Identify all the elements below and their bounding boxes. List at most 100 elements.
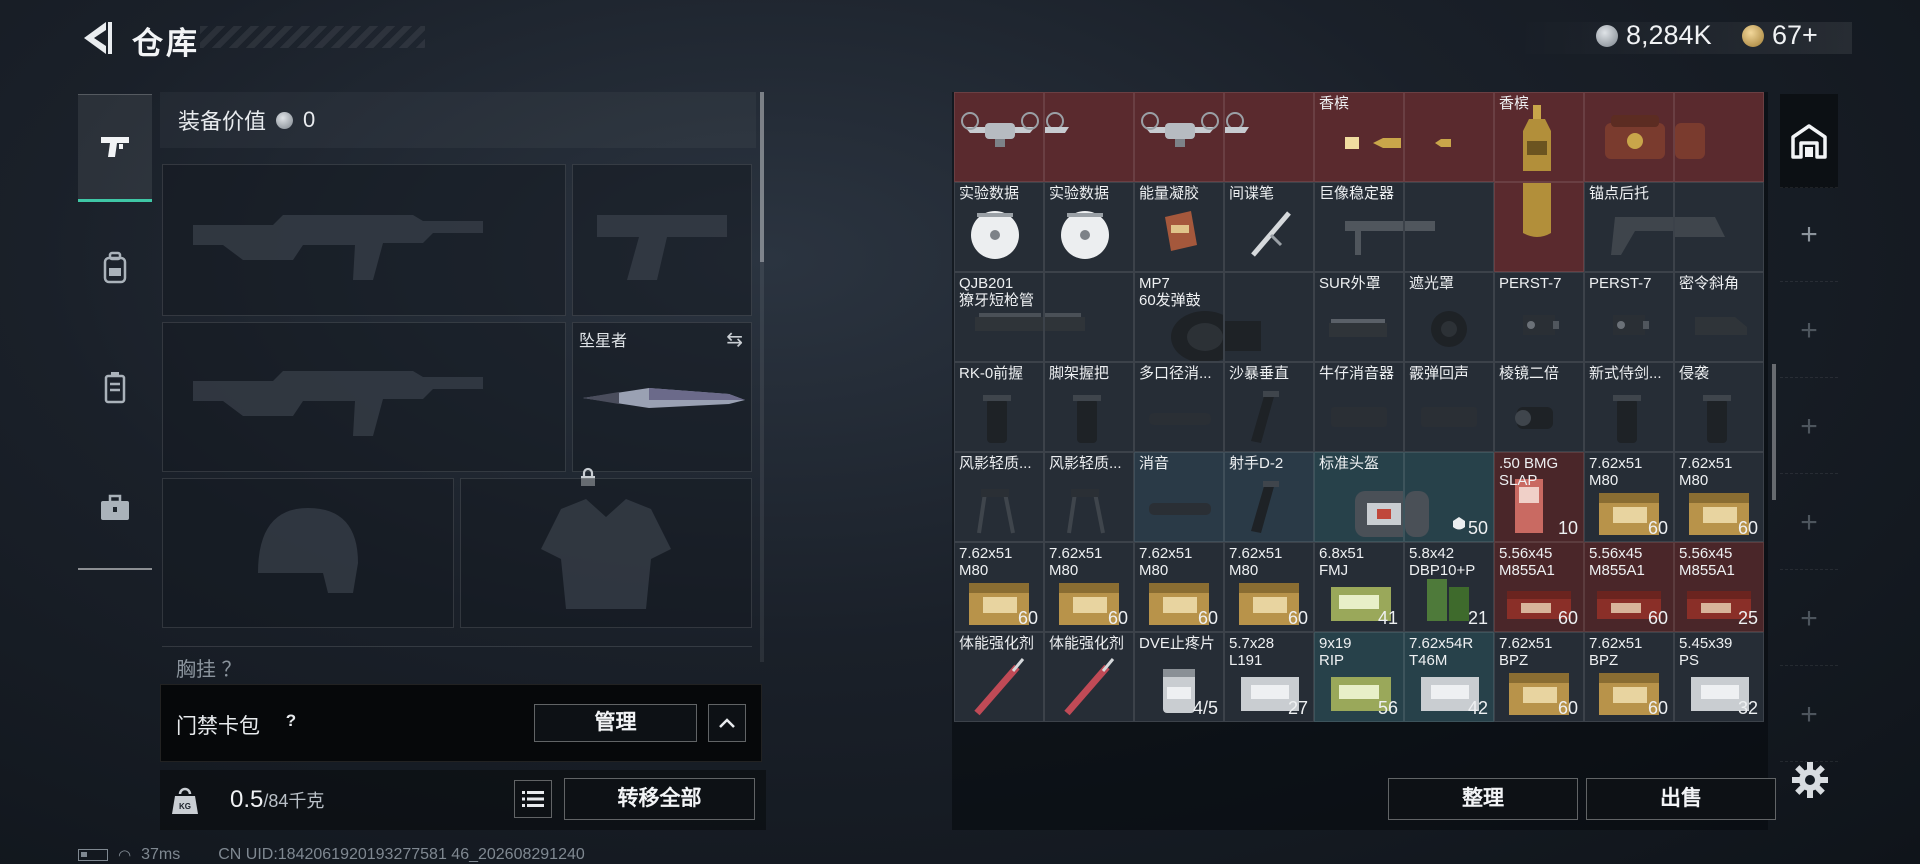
- sell-button[interactable]: 出售: [1586, 778, 1776, 820]
- title-decoration: [200, 26, 425, 48]
- stash-item[interactable]: 6.8x51 FMJ 41: [1314, 542, 1404, 632]
- stash-tab-empty[interactable]: +: [1780, 572, 1838, 666]
- sort-button[interactable]: 整理: [1388, 778, 1578, 820]
- sidearm-slot[interactable]: [572, 164, 752, 316]
- item-count: 42: [1467, 698, 1488, 718]
- stash-item[interactable]: MP7 60发弹鼓: [1134, 272, 1224, 362]
- stash-item[interactable]: 霰弹回声: [1404, 362, 1494, 452]
- stash-tab-empty[interactable]: +: [1780, 476, 1838, 570]
- stash-item[interactable]: 消音: [1134, 452, 1224, 542]
- stash-item[interactable]: 5.56x45 M855A1 60: [1584, 542, 1674, 632]
- gold-currency[interactable]: 67+: [1742, 20, 1818, 51]
- stash-item[interactable]: 7.62x51 M80 60: [1044, 542, 1134, 632]
- stash-item[interactable]: 9x19 RIP 56: [1314, 632, 1404, 722]
- nav-weapons[interactable]: [78, 94, 152, 202]
- drone-cont-icon: [1045, 112, 1069, 133]
- stash-item[interactable]: [1674, 92, 1764, 182]
- stash-item[interactable]: 7.62x51 M80 60: [1674, 452, 1764, 542]
- helmet-slot[interactable]: [162, 478, 454, 628]
- stash-item[interactable]: RK-0前握: [954, 362, 1044, 452]
- stash-item[interactable]: [1674, 182, 1764, 272]
- transfer-all-button[interactable]: 转移全部: [564, 778, 755, 820]
- stash-item[interactable]: 实验数据: [954, 182, 1044, 272]
- stash-item[interactable]: 7.62x54R T46M 42: [1404, 632, 1494, 722]
- collapse-button[interactable]: [708, 704, 746, 742]
- stash-item[interactable]: 实验数据: [1044, 182, 1134, 272]
- stash-scrollbar[interactable]: [1772, 364, 1776, 500]
- settings-gear-icon[interactable]: [1790, 760, 1830, 800]
- stash-item[interactable]: 侵袭: [1674, 362, 1764, 452]
- stash-item[interactable]: 7.62x51 M80 60: [1224, 542, 1314, 632]
- stash-item[interactable]: 7.62x51 M80 60: [1584, 452, 1674, 542]
- chest-rig-row[interactable]: 胸挂 ？: [162, 646, 752, 686]
- stash-item[interactable]: [1224, 92, 1314, 182]
- stash-grid[interactable]: 香槟 香槟实验数据 实验数据 能量凝胶 间谍笔 巨像稳定器 锚点后托 QJB201 獠牙短枪管…: [954, 92, 1766, 768]
- stash-item[interactable]: [1494, 182, 1584, 272]
- stash-item[interactable]: 5.8x42 DBP10+P 21: [1404, 542, 1494, 632]
- stash-item[interactable]: 牛仔消音器: [1314, 362, 1404, 452]
- stash-item[interactable]: 7.62x51 BPZ 60: [1494, 632, 1584, 722]
- swap-icon[interactable]: ⇆: [726, 327, 743, 352]
- stash-item[interactable]: SUR外罩: [1314, 272, 1404, 362]
- stash-item[interactable]: [1044, 272, 1134, 362]
- secondary-weapon-slot[interactable]: [162, 322, 566, 472]
- stash-item[interactable]: 新式侍剑...: [1584, 362, 1674, 452]
- stash-item[interactable]: 50: [1404, 452, 1494, 542]
- stash-item[interactable]: 体能强化剂: [954, 632, 1044, 722]
- stash-item[interactable]: 香槟: [1494, 92, 1584, 182]
- stash-item[interactable]: [954, 92, 1044, 182]
- stash-item[interactable]: [1584, 92, 1674, 182]
- list-view-button[interactable]: [514, 780, 552, 818]
- stash-item[interactable]: 巨像稳定器: [1314, 182, 1404, 272]
- nav-backpack[interactable]: [78, 214, 152, 322]
- manage-button[interactable]: 管理: [534, 704, 697, 742]
- stash-tab-main[interactable]: [1780, 94, 1838, 188]
- stash-item[interactable]: 风影轻质...: [954, 452, 1044, 542]
- melee-slot[interactable]: 坠星者 ⇆: [572, 322, 752, 486]
- stash-item[interactable]: 遮光罩: [1404, 272, 1494, 362]
- stash-item[interactable]: 棱镜二倍: [1494, 362, 1584, 452]
- stash-item[interactable]: 7.62x51 BPZ 60: [1584, 632, 1674, 722]
- nav-vest[interactable]: [78, 334, 152, 442]
- stash-item[interactable]: 多口径消...: [1134, 362, 1224, 452]
- silver-currency[interactable]: 8,284K: [1596, 20, 1712, 51]
- back-arrow-icon[interactable]: [78, 18, 114, 58]
- stash-item[interactable]: 密令斜角: [1674, 272, 1764, 362]
- stash-item[interactable]: [1044, 92, 1134, 182]
- primary-weapon-slot[interactable]: [162, 164, 566, 316]
- stash-item[interactable]: 5.45x39 PS 32: [1674, 632, 1764, 722]
- stash-item[interactable]: 体能强化剂: [1044, 632, 1134, 722]
- stash-item[interactable]: 风影轻质...: [1044, 452, 1134, 542]
- stash-item[interactable]: DVE止疼片 4/5: [1134, 632, 1224, 722]
- svg-text:KG: KG: [179, 802, 191, 811]
- stash-item[interactable]: [1224, 272, 1314, 362]
- stash-tab-empty[interactable]: +: [1780, 668, 1838, 762]
- stash-item[interactable]: 5.56x45 M855A1 25: [1674, 542, 1764, 632]
- stash-item[interactable]: 香槟: [1314, 92, 1404, 182]
- stash-tab-empty[interactable]: +: [1780, 380, 1838, 474]
- stash-item[interactable]: PERST-7: [1584, 272, 1674, 362]
- stash-item[interactable]: 标准头盔: [1314, 452, 1404, 542]
- help-button[interactable]: ?: [278, 708, 304, 734]
- armor-slot[interactable]: [460, 478, 752, 628]
- stash-item[interactable]: 沙暴垂直: [1224, 362, 1314, 452]
- stash-item[interactable]: [1404, 182, 1494, 272]
- stash-item[interactable]: QJB201 獠牙短枪管: [954, 272, 1044, 362]
- stash-item[interactable]: 5.56x45 M855A1 60: [1494, 542, 1584, 632]
- stash-item[interactable]: 射手D-2: [1224, 452, 1314, 542]
- stash-item[interactable]: 脚架握把: [1044, 362, 1134, 452]
- stash-item[interactable]: [1404, 92, 1494, 182]
- stash-item[interactable]: 7.62x51 M80 60: [954, 542, 1044, 632]
- stash-tab-empty[interactable]: +: [1780, 284, 1838, 378]
- stash-item[interactable]: .50 BMG SLAP 10: [1494, 452, 1584, 542]
- stash-item[interactable]: [1134, 92, 1224, 182]
- stash-item[interactable]: 5.7x28 L191 27: [1224, 632, 1314, 722]
- stash-item[interactable]: 能量凝胶: [1134, 182, 1224, 272]
- stash-item[interactable]: 间谍笔: [1224, 182, 1314, 272]
- stash-item[interactable]: PERST-7: [1494, 272, 1584, 362]
- nav-case[interactable]: [78, 454, 152, 562]
- stash-tab-add[interactable]: +: [1780, 188, 1838, 282]
- stash-item[interactable]: 锚点后托: [1584, 182, 1674, 272]
- loadout-scroll-thumb[interactable]: [760, 92, 764, 262]
- stash-item[interactable]: 7.62x51 M80 60: [1134, 542, 1224, 632]
